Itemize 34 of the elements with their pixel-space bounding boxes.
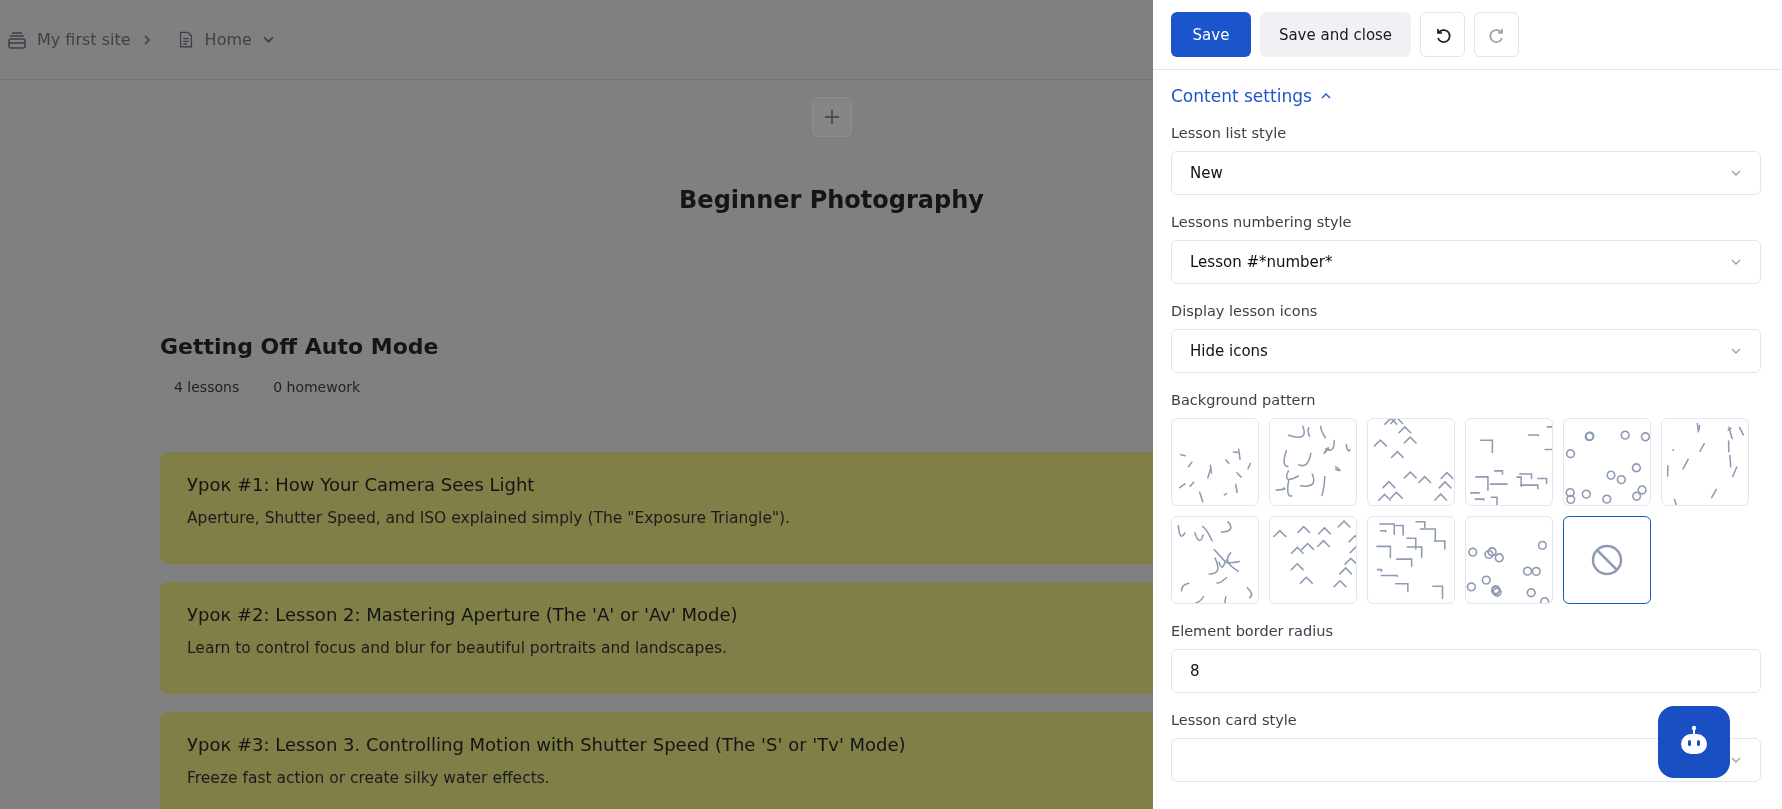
course-title: Beginner Photography — [678, 186, 985, 214]
pattern-option[interactable] — [1563, 516, 1651, 604]
select-field[interactable]: Hide icons — [1171, 329, 1761, 373]
field-label: Display lesson icons — [1171, 303, 1318, 319]
lesson-card[interactable]: Урок #2: Lesson 2: Mastering Aperture (The 'A' or 'Av' Mode) Learn to control focus and blur for beautiful portraits and landscapes. — [160, 582, 1153, 694]
add-block-button[interactable] — [811, 97, 852, 137]
lesson-title: Урок #2: Lesson 2: Mastering Aperture (The 'A' or 'Av' Mode) — [187, 604, 738, 625]
lesson-title: Урок #3: Lesson 3. Controlling Motion with Shutter Speed (The 'S' or 'Tv' Mode) — [187, 734, 906, 755]
select-field[interactable]: New — [1171, 151, 1761, 195]
lesson-description: Freeze fast action or create silky water effects. — [187, 769, 550, 787]
field-label: Background pattern — [1171, 392, 1316, 408]
lesson-stat: 4 lessons — [174, 379, 240, 395]
field-label: Lessons numbering style — [1171, 214, 1352, 230]
field-label: Lesson card style — [1171, 712, 1297, 728]
section-title: Getting Off Auto Mode — [160, 334, 440, 359]
select-field[interactable] — [1171, 738, 1761, 782]
chat-bot-button[interactable] — [1658, 706, 1730, 778]
input-field[interactable]: 8 — [1171, 649, 1761, 693]
undo-button[interactable] — [1420, 12, 1465, 57]
save-and-close-button[interactable]: Save and close — [1260, 12, 1411, 57]
section-toggle[interactable]: Content settings — [1171, 86, 1312, 106]
stack-icon — [7, 29, 27, 50]
select-field[interactable]: Lesson #*number* — [1171, 240, 1761, 284]
lesson-card[interactable]: Урок #3: Lesson 3. Controlling Motion with Shutter Speed (The 'S' or 'Tv' Mode) Freeze fast action or create silky water effects. — [160, 712, 1153, 809]
lesson-stat: 0 homework — [273, 379, 361, 395]
save-button[interactable]: Save — [1171, 12, 1251, 57]
lesson-card[interactable]: Урок #1: How Your Camera Sees Light Aperture, Shutter Speed, and ISO explained simply (The "Exposure Triangle"). — [160, 452, 1153, 564]
lesson-title: Урок #1: How Your Camera Sees Light — [187, 474, 535, 495]
lesson-description: Learn to control focus and blur for beautiful portraits and landscapes. — [187, 639, 727, 657]
field-label: Lesson list style — [1171, 125, 1287, 141]
lesson-description: Aperture, Shutter Speed, and ISO explained simply (The "Exposure Triangle"). — [187, 509, 791, 527]
plus-icon — [823, 109, 840, 125]
field-label: Element border radius — [1171, 623, 1333, 639]
ban-icon — [1589, 542, 1625, 578]
